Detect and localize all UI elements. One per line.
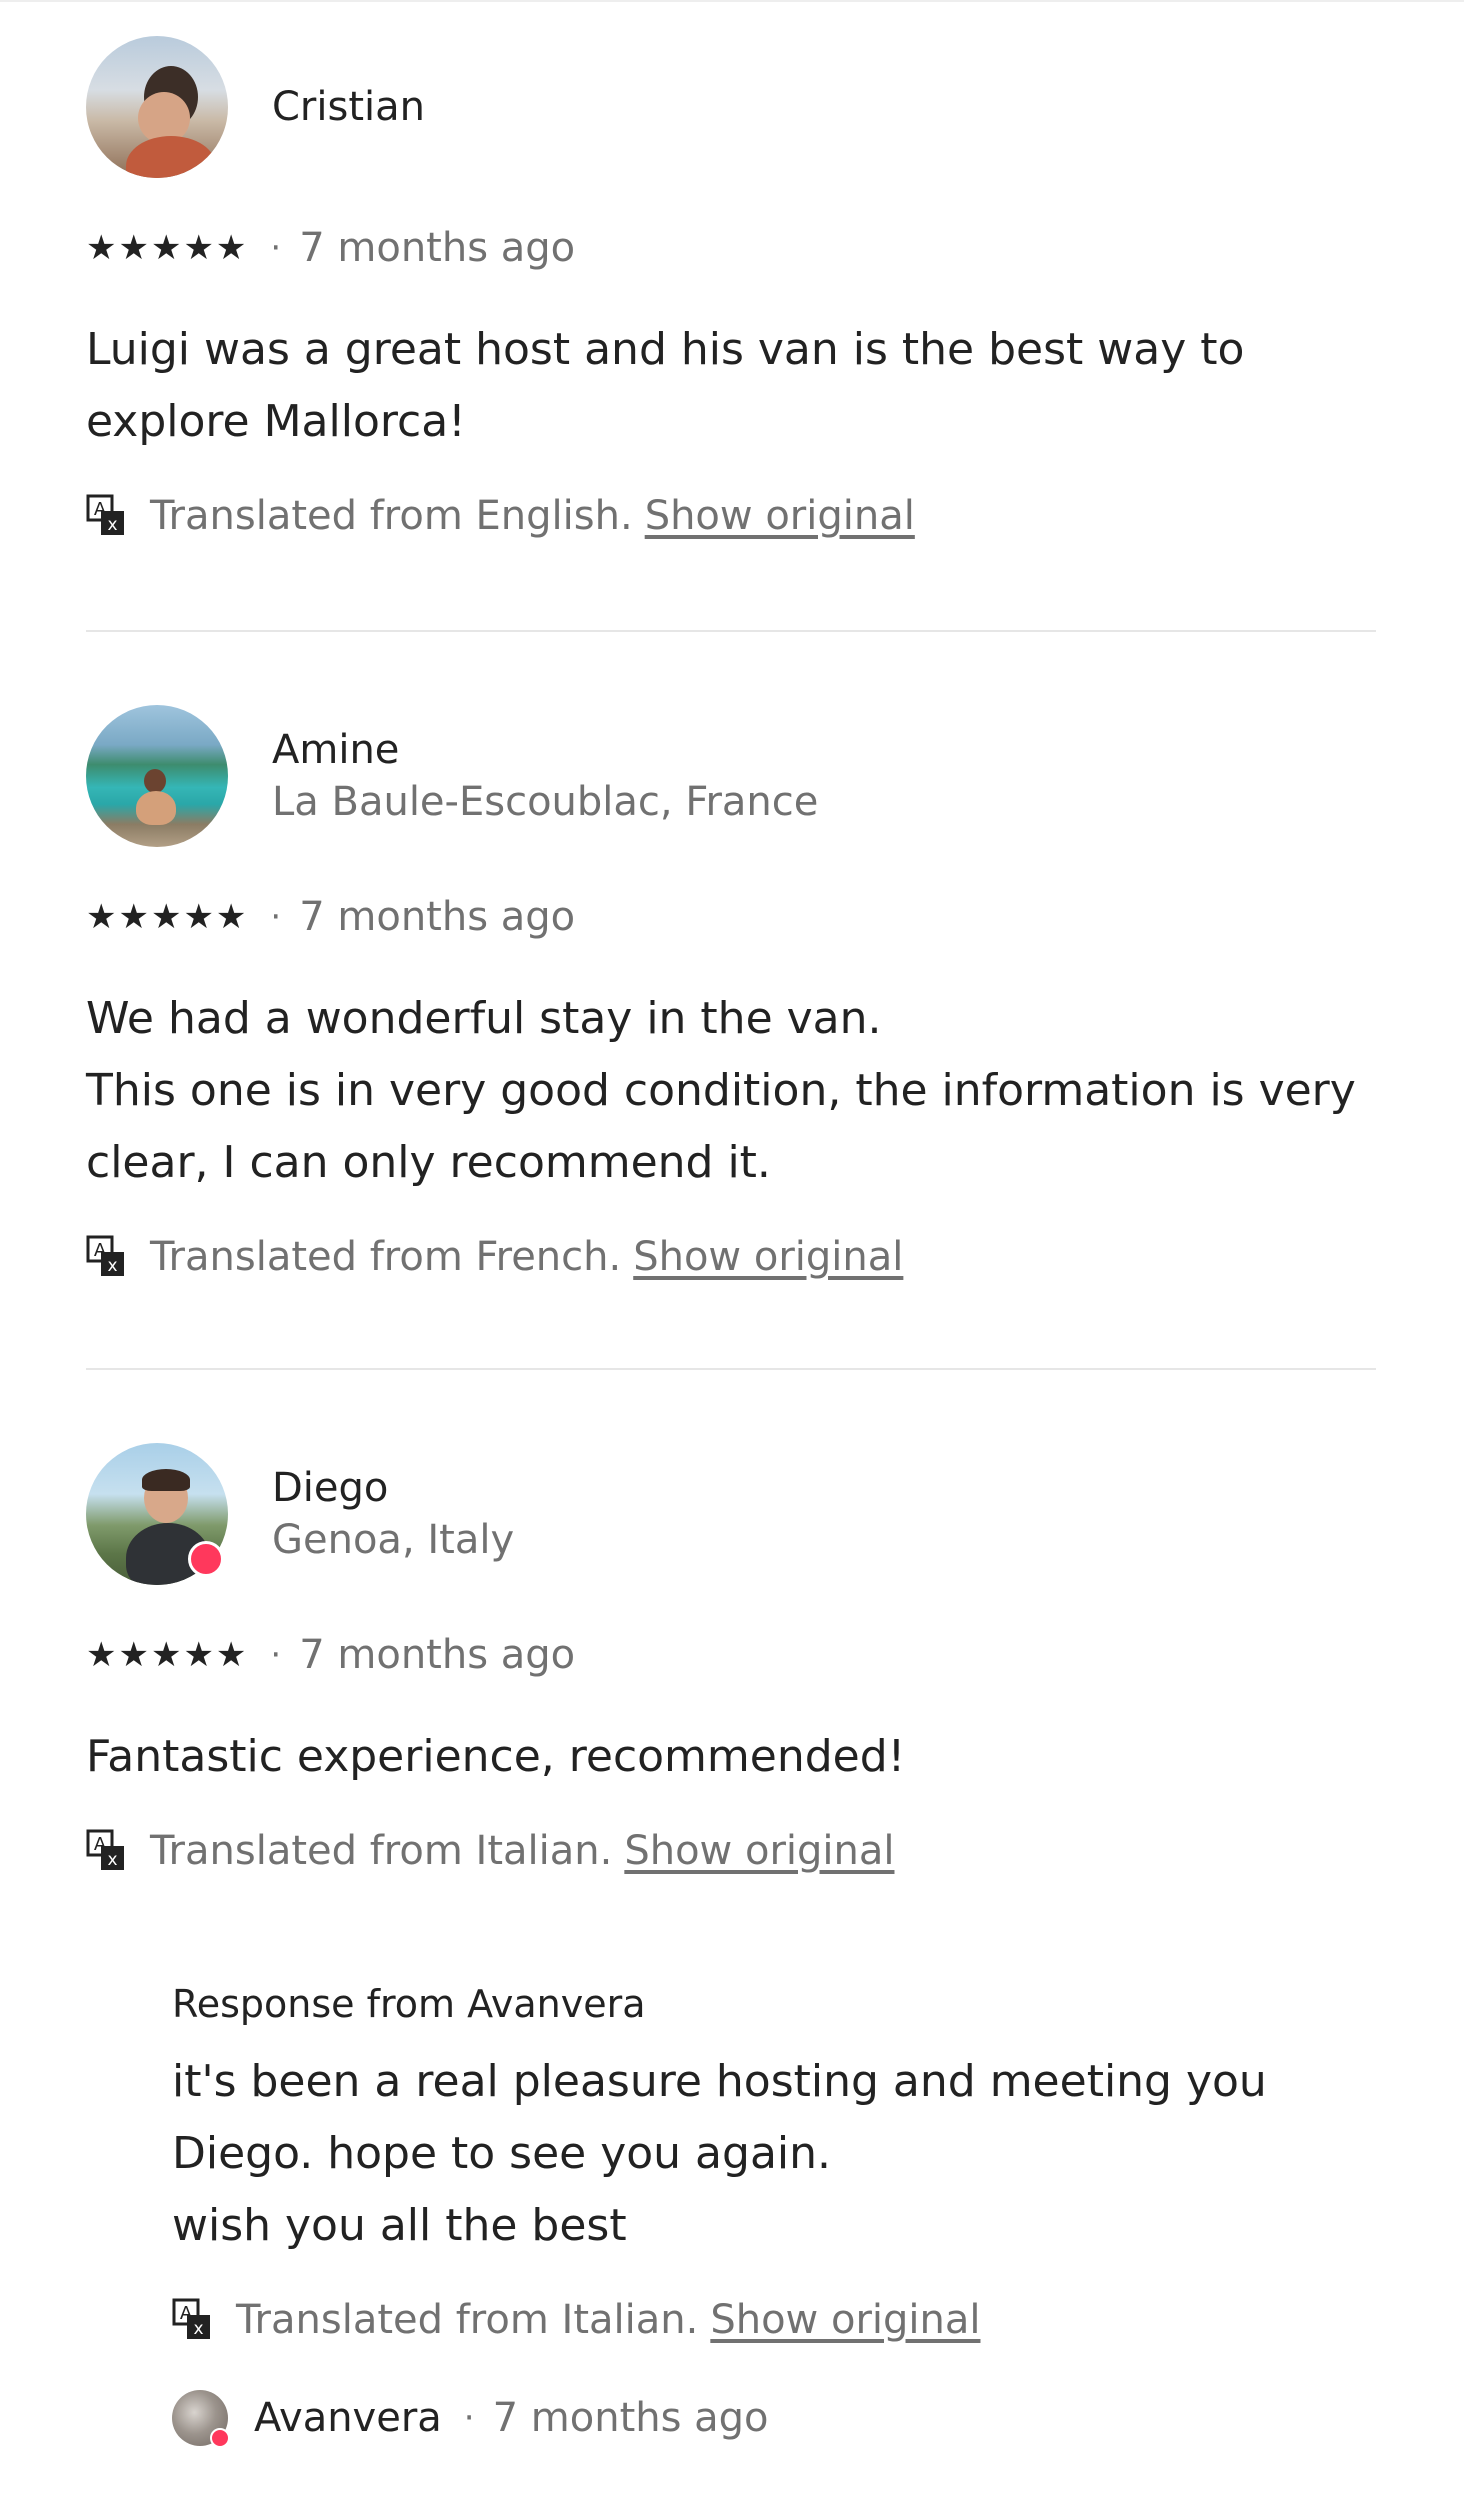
translated-from-label: Translated from Italian. <box>236 2297 699 2343</box>
reviewer-name[interactable]: Cristian <box>272 81 425 133</box>
translate-icon: A x <box>86 494 124 535</box>
reviewer-location: La Baule-Escoublac, France <box>272 779 819 825</box>
svg-text:x: x <box>107 1850 117 1870</box>
review-date: 7 months ago <box>299 1632 576 1678</box>
avatar[interactable] <box>86 1443 228 1585</box>
avatar[interactable] <box>86 36 228 178</box>
translated-from-label: Translated from English. <box>150 493 633 539</box>
superhost-badge <box>210 2428 230 2448</box>
separator-dot: · <box>270 228 282 268</box>
review-divider <box>86 630 1376 632</box>
show-original-link[interactable]: Show original <box>624 1828 894 1874</box>
translate-icon: A x <box>86 1235 124 1276</box>
separator-dot: · <box>270 897 282 937</box>
review-item: Amine La Baule-Escoublac, France ★★★★★ ·… <box>86 703 1376 1287</box>
separator-dot: · <box>270 1635 282 1675</box>
review-item: Diego Genoa, Italy ★★★★★ · 7 months ago … <box>86 1441 1376 1881</box>
star-rating: ★★★★★ <box>86 228 249 268</box>
separator-dot: · <box>463 2398 475 2438</box>
review-date: 7 months ago <box>299 225 576 271</box>
show-original-link[interactable]: Show original <box>710 2297 980 2343</box>
translated-from-label: Translated from Italian. <box>150 1828 613 1874</box>
svg-text:x: x <box>107 1256 117 1276</box>
star-rating: ★★★★★ <box>86 1635 249 1675</box>
response-title: Response from Avanvera <box>172 1982 646 2026</box>
star-rating: ★★★★★ <box>86 897 249 937</box>
show-original-link[interactable]: Show original <box>645 493 915 539</box>
reviewer-name[interactable]: Diego <box>272 1462 514 1514</box>
review-divider <box>86 1368 1376 1370</box>
response-text: it's been a real pleasure hosting and me… <box>172 2056 1267 2251</box>
show-original-link[interactable]: Show original <box>633 1234 903 1280</box>
svg-text:x: x <box>107 515 117 535</box>
review-meta: ★★★★★ · 7 months ago <box>86 218 1376 278</box>
review-meta: ★★★★★ · 7 months ago <box>86 887 1376 947</box>
avatar[interactable] <box>86 705 228 847</box>
host-avatar[interactable] <box>172 2390 230 2448</box>
translation-note: A x Translated from English. Show origin… <box>86 486 1376 546</box>
reviewer-info: Diego Genoa, Italy <box>272 1462 514 1566</box>
translated-from-label: Translated from French. <box>150 1234 622 1280</box>
response-date: 7 months ago <box>492 2395 769 2441</box>
top-divider <box>0 0 1464 2</box>
reviewer-header: Diego Genoa, Italy <box>86 1441 1376 1587</box>
review-date: 7 months ago <box>299 894 576 940</box>
host-signature: Avanvera · 7 months ago <box>172 2386 1372 2450</box>
svg-text:x: x <box>193 2319 203 2339</box>
reviewer-name[interactable]: Amine <box>272 724 818 776</box>
review-meta: ★★★★★ · 7 months ago <box>86 1625 1376 1685</box>
superhost-badge <box>188 1541 224 1577</box>
review-text: Fantastic experience, recommended! <box>86 1731 906 1782</box>
translate-icon: A x <box>86 1829 124 1870</box>
reviewer-header: Amine La Baule-Escoublac, France <box>86 703 1376 849</box>
review-item: Cristian ★★★★★ · 7 months ago Luigi was … <box>86 34 1376 546</box>
host-name[interactable]: Avanvera <box>254 2395 442 2441</box>
review-text: We had a wonderful stay in the van. This… <box>86 993 1356 1188</box>
review-text: Luigi was a great host and his van is th… <box>86 324 1245 447</box>
translation-note: A x Translated from Italian. Show origin… <box>86 1821 1376 1881</box>
translate-icon: A x <box>172 2298 210 2339</box>
reviewer-header: Cristian <box>86 34 1376 180</box>
reviewer-info: Amine La Baule-Escoublac, France <box>272 724 818 828</box>
translation-note: A x Translated from Italian. Show origin… <box>172 2290 1372 2350</box>
translation-note: A x Translated from French. Show origina… <box>86 1227 1376 1287</box>
reviewer-info: Cristian <box>272 81 425 133</box>
reviewer-location: Genoa, Italy <box>272 1517 515 1563</box>
host-response: Response from Avanvera it's been a real … <box>172 1978 1372 2450</box>
